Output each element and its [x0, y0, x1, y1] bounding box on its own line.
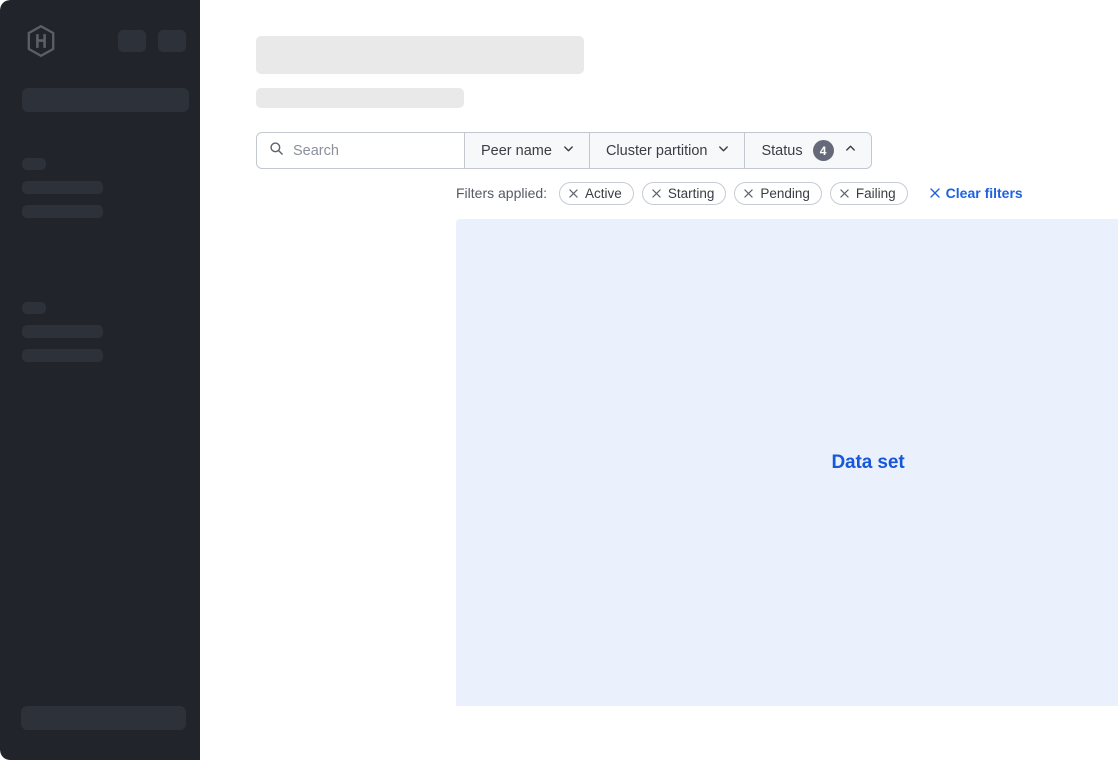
close-icon[interactable]: [569, 186, 578, 201]
filter-chip-starting-label: Starting: [667, 185, 715, 201]
chevron-down-icon: [717, 142, 730, 160]
sidebar-nav-item-1b[interactable]: [22, 205, 103, 218]
sidebar-top-chip-2[interactable]: [158, 30, 186, 52]
chevron-down-icon: [562, 142, 575, 160]
close-icon[interactable]: [652, 186, 661, 201]
filter-chip-active-label: Active: [585, 185, 622, 201]
hashicorp-logo-icon: [24, 24, 58, 58]
filter-dropdown-peer-name-label: Peer name: [481, 142, 552, 159]
sidebar-section-label-2: [22, 302, 46, 314]
filter-chip-starting[interactable]: Starting: [641, 181, 727, 205]
page-title-skeleton: [256, 36, 584, 74]
sidebar-nav-item-1a[interactable]: [22, 181, 103, 194]
sidebar-section-label-1: [22, 158, 46, 170]
search-input[interactable]: [293, 142, 443, 159]
close-icon: [929, 185, 940, 201]
clear-filters-button[interactable]: Clear filters: [929, 185, 1023, 201]
filter-bar: Peer name Cluster partition Status 4: [256, 132, 872, 169]
sidebar-header: [0, 0, 200, 64]
sidebar-nav-item-2a[interactable]: [22, 325, 103, 338]
filter-chip-pending-label: Pending: [760, 185, 810, 201]
data-set-label: Data set: [831, 451, 905, 473]
filter-chip-pending[interactable]: Pending: [734, 181, 822, 205]
filters-applied-label: Filters applied:: [456, 185, 548, 201]
search-icon: [269, 141, 284, 161]
filter-dropdown-status[interactable]: Status 4: [745, 133, 871, 168]
filter-dropdown-cluster-partition-label: Cluster partition: [605, 142, 708, 159]
sidebar: [0, 0, 200, 760]
clear-filters-label: Clear filters: [945, 185, 1023, 201]
close-icon[interactable]: [744, 186, 754, 201]
filter-chip-failing[interactable]: Failing: [829, 181, 908, 205]
sidebar-search-skeleton[interactable]: [22, 88, 189, 112]
filter-dropdown-status-label: Status: [761, 142, 803, 159]
search-field[interactable]: [257, 133, 465, 168]
sidebar-nav-item-2b[interactable]: [22, 349, 103, 362]
filter-dropdown-peer-name[interactable]: Peer name: [465, 133, 590, 168]
sidebar-top-chip-1[interactable]: [118, 30, 146, 52]
page-subtitle-skeleton: [256, 88, 464, 108]
main-content: Peer name Cluster partition Status 4: [200, 0, 1118, 760]
filter-chip-active[interactable]: Active: [559, 181, 634, 205]
filter-chip-failing-label: Failing: [855, 185, 896, 201]
chevron-up-icon: [844, 142, 857, 160]
status-filter-count-badge: 4: [812, 140, 834, 161]
app-window: Peer name Cluster partition Status 4: [0, 0, 1118, 760]
data-set-panel: Data set: [456, 219, 1118, 706]
filters-applied-row: Filters applied: Active Starting Pending…: [456, 181, 1023, 205]
close-icon[interactable]: [840, 186, 849, 201]
filter-dropdown-cluster-partition[interactable]: Cluster partition: [589, 133, 746, 168]
sidebar-footer-skeleton[interactable]: [21, 706, 186, 730]
